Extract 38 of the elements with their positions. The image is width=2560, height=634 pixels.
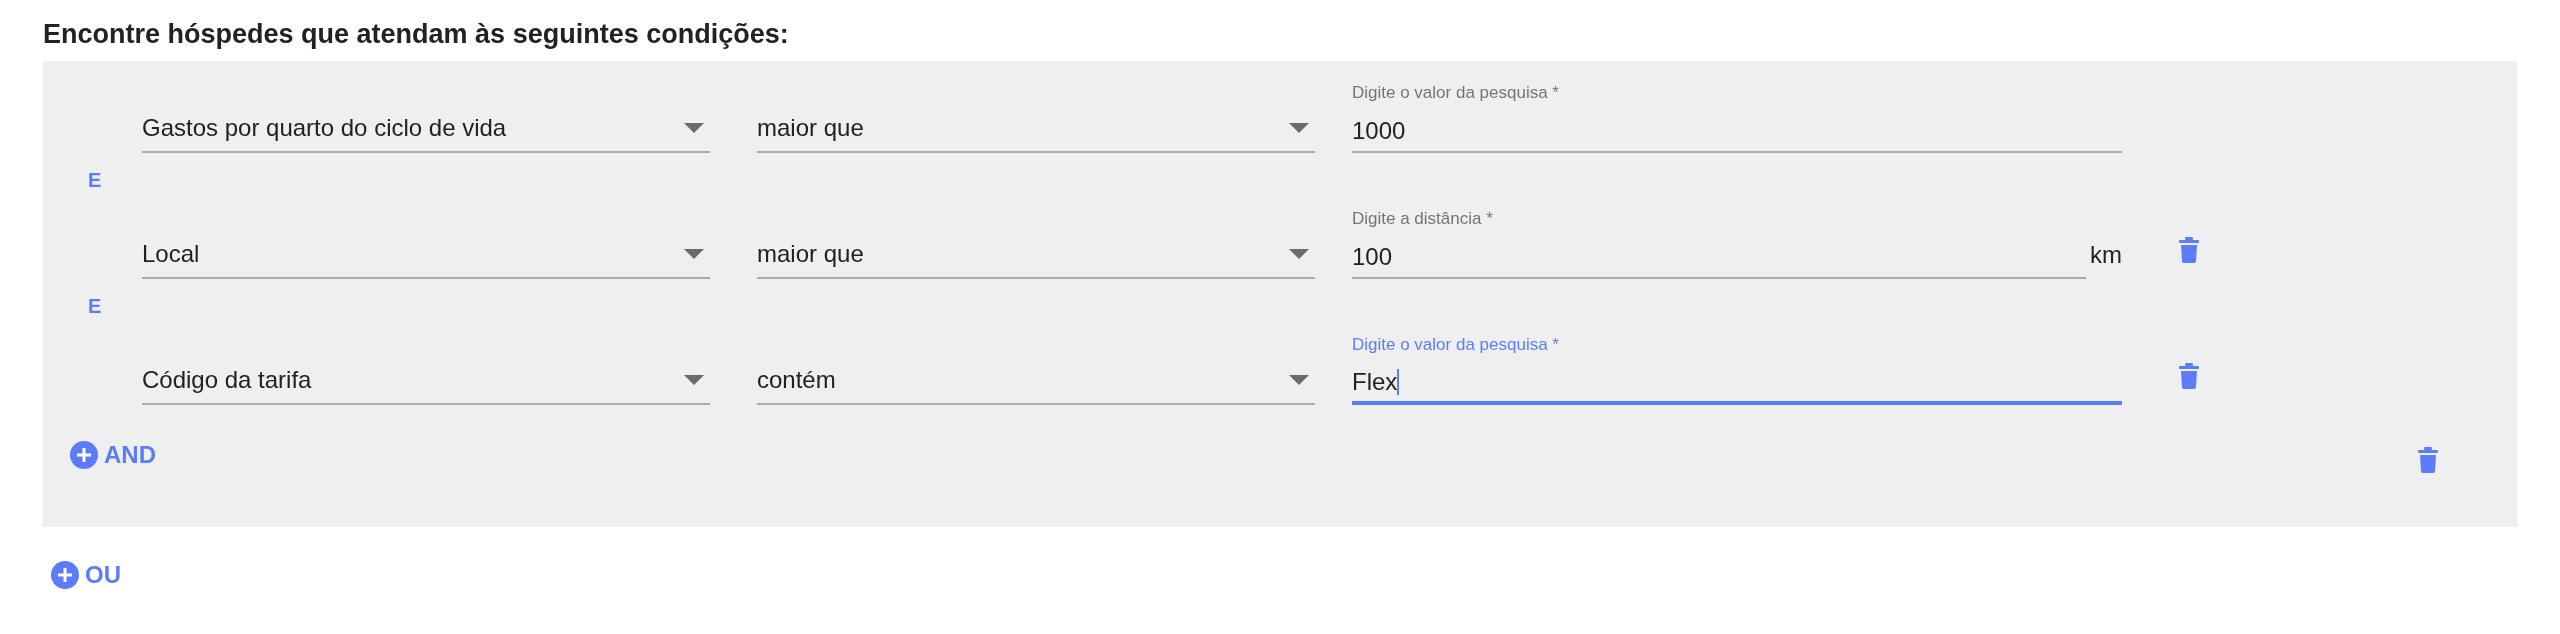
connector-label: E [88, 294, 102, 319]
field-label: Digite o valor da pesquisa * [1352, 333, 1560, 356]
dropdown-caret-icon [1289, 123, 1309, 133]
input-field[interactable]: Flex [1352, 363, 2122, 405]
dropdown-select[interactable]: contém [757, 357, 1315, 405]
dropdown-caret-icon [684, 123, 704, 133]
select-value: maior que [757, 113, 865, 143]
trash-icon [2179, 237, 2199, 263]
connector-label: E [88, 168, 102, 193]
select-value: Gastos por quarto do ciclo de vida [142, 113, 508, 143]
dropdown-select[interactable]: maior que [757, 231, 1315, 279]
plus-circle-icon [51, 561, 79, 589]
select-value: maior que [757, 239, 865, 269]
plus-circle-icon [70, 441, 98, 469]
dropdown-caret-icon [1289, 375, 1309, 385]
dropdown-caret-icon [1289, 249, 1309, 259]
input-value: Flex [1352, 367, 1398, 397]
dropdown-caret-icon [684, 249, 704, 259]
input-field[interactable]: 100 [1352, 237, 2086, 279]
input-value: 1000 [1352, 116, 1406, 146]
trash-icon [2179, 363, 2199, 389]
text-cursor [1397, 369, 1400, 395]
add-or-button[interactable]: OU [51, 557, 121, 593]
dropdown-select[interactable]: Gastos por quarto do ciclo de vida [142, 105, 710, 153]
input-value: 100 [1352, 242, 1393, 272]
dropdown-caret-icon [684, 375, 704, 385]
trash-icon [2418, 447, 2438, 473]
unit-label: km [2089, 240, 2122, 270]
select-value: Código da tarifa [142, 365, 313, 395]
input-field[interactable]: 1000 [1352, 111, 2122, 153]
field-label: Digite a distância * [1352, 207, 1494, 230]
dropdown-select[interactable]: Código da tarifa [142, 357, 710, 405]
dropdown-select[interactable]: maior que [757, 105, 1315, 153]
dropdown-select[interactable]: Local [142, 231, 710, 279]
page-title: Encontre hóspedes que atendam às seguintes condições: [43, 18, 790, 51]
select-value: contém [757, 365, 837, 395]
select-value: Local [142, 239, 201, 269]
field-label: Digite o valor da pesquisa * [1352, 81, 1560, 104]
